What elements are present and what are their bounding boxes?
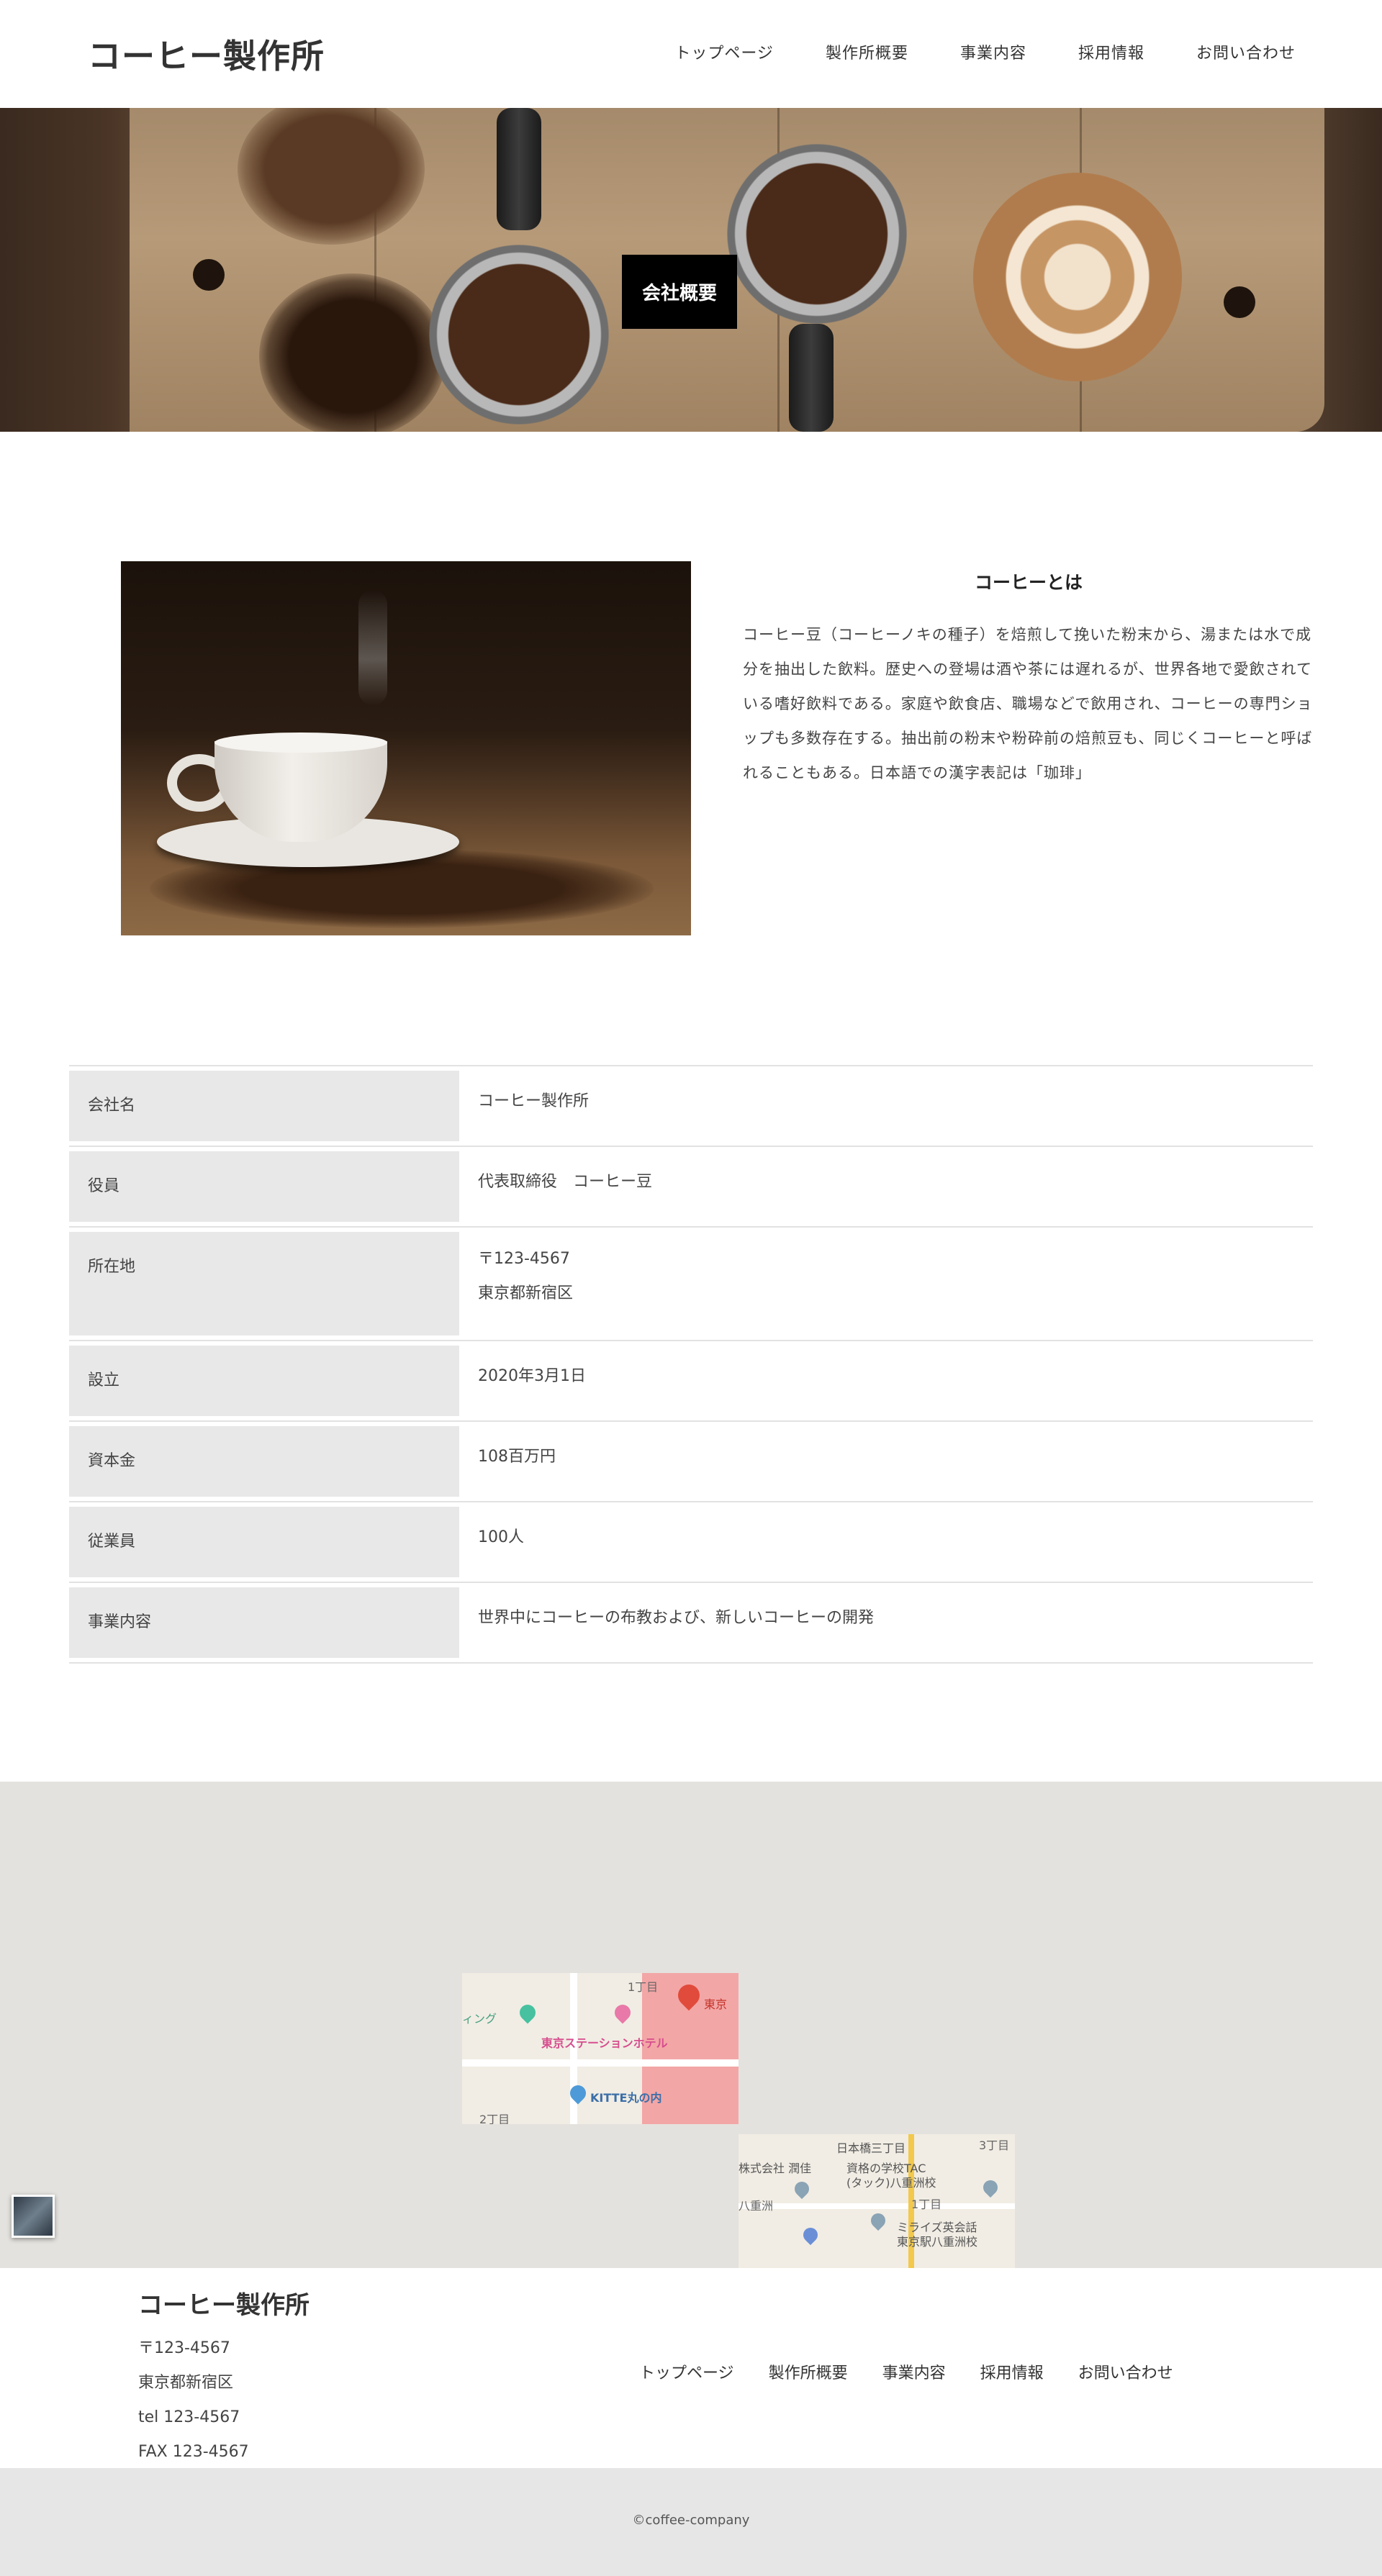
map-satellite-toggle[interactable]: [12, 2195, 55, 2238]
nav-item-recruit[interactable]: 採用情報: [1078, 40, 1144, 63]
latte-art-cup: [973, 173, 1182, 381]
map-label: 3丁目: [979, 2139, 1010, 2152]
row-label-address: 所在地: [69, 1232, 459, 1335]
map-label: KITTE丸の内: [590, 2091, 662, 2105]
coffee-cup-image: [121, 561, 691, 935]
row-label-employees: 従業員: [69, 1507, 459, 1577]
site-footer: コーヒー製作所 〒123-4567 東京都新宿区 tel 123-4567 FA…: [0, 2268, 1382, 2468]
footer-nav: トップページ 製作所概要 事業内容 採用情報 お問い合わせ: [639, 2360, 1173, 2383]
row-label-company-name: 会社名: [69, 1071, 459, 1141]
footer-nav-item-recruit[interactable]: 採用情報: [980, 2360, 1044, 2383]
site-header: コーヒー製作所 トップページ 製作所概要 事業内容 採用情報 お問い合わせ: [0, 0, 1382, 108]
footer-postal-code: 〒123-4567: [138, 2339, 230, 2357]
table-row: 資本金 108百万円: [69, 1422, 1313, 1502]
cup-rim: [214, 733, 387, 753]
map-label: 東京駅八重洲校: [897, 2235, 978, 2249]
row-value-capital: 108百万円: [459, 1422, 1313, 1501]
footer-nav-item-company-overview[interactable]: 製作所概要: [769, 2360, 848, 2383]
map-road: [462, 2059, 739, 2067]
map-poi-icon: [791, 2178, 813, 2200]
nav-item-business[interactable]: 事業内容: [960, 40, 1026, 63]
shopping-icon: [800, 2224, 821, 2246]
map-label: 1丁目: [628, 1980, 659, 1994]
table-row: 会社名 コーヒー製作所: [69, 1066, 1313, 1147]
map-poi-icon: [516, 2001, 539, 2024]
value-text: 2020年3月1日: [478, 1367, 586, 1385]
portafilter-handle: [789, 324, 834, 432]
value-text: 108百万円: [478, 1448, 556, 1466]
map-embed[interactable]: 東京ステーションホテル KITTE丸の内 1丁目 東京 2丁目 ィング 日本橋三…: [0, 1782, 1382, 2268]
map-tile[interactable]: 日本橋三丁目 3丁目 株式会社 潤佳 資格の学校TAC (タック)八重洲校 1丁…: [739, 2134, 1015, 2268]
row-value-company-name: コーヒー製作所: [459, 1066, 1313, 1146]
steam: [358, 590, 387, 705]
coffee-beans-pile: [259, 273, 446, 432]
map-poi-icon: [867, 2210, 889, 2231]
map-label: 日本橋三丁目: [836, 2141, 906, 2155]
row-label-officers: 役員: [69, 1151, 459, 1222]
map-label: 1丁目: [911, 2198, 942, 2211]
footer-nav-item-contact[interactable]: お問い合わせ: [1078, 2360, 1173, 2383]
row-value-officers: 代表取締役 コーヒー豆: [459, 1147, 1313, 1226]
main-nav: トップページ 製作所概要 事業内容 採用情報 お問い合わせ: [674, 40, 1296, 63]
footer-logo[interactable]: コーヒー製作所: [138, 2285, 310, 2321]
map-label: 東京: [704, 1997, 728, 2011]
site-logo[interactable]: コーヒー製作所: [88, 30, 325, 78]
map-label: 八重洲: [739, 2199, 774, 2213]
row-value-business: 世界中にコーヒーの布教および、新しいコーヒーの開発: [459, 1583, 1313, 1662]
copyright-text: ©coffee-company: [632, 2513, 750, 2528]
portafilter-grounds: [429, 245, 609, 425]
portafilter-espresso: [727, 144, 907, 324]
map-label: 株式会社 潤佳: [739, 2162, 812, 2175]
footer-tel: tel 123-4567: [138, 2408, 240, 2426]
nav-item-company-overview[interactable]: 製作所概要: [826, 40, 908, 63]
row-label-established: 設立: [69, 1346, 459, 1416]
table-row: 役員 代表取締役 コーヒー豆: [69, 1147, 1313, 1228]
map-label: ィング: [462, 2012, 497, 2026]
map-road: [739, 2203, 1015, 2209]
table-row: 従業員 100人: [69, 1502, 1313, 1583]
board-hole: [1224, 286, 1255, 318]
value-text: 100人: [478, 1528, 524, 1546]
board-hole: [193, 259, 225, 291]
map-label: (タック)八重洲校: [846, 2176, 936, 2190]
value-text: 東京都新宿区: [478, 1284, 574, 1302]
table-row: 事業内容 世界中にコーヒーの布教および、新しいコーヒーの開発: [69, 1583, 1313, 1664]
company-info-table: 会社名 コーヒー製作所 役員 代表取締役 コーヒー豆 所在地 〒123-4567…: [69, 1065, 1313, 1664]
row-value-established: 2020年3月1日: [459, 1341, 1313, 1420]
row-label-capital: 資本金: [69, 1426, 459, 1497]
map-label: 2丁目: [479, 2113, 510, 2124]
footer-nav-item-top[interactable]: トップページ: [639, 2360, 734, 2383]
map-label: 東京ステーションホテル: [541, 2036, 668, 2050]
map-tile[interactable]: 東京ステーションホテル KITTE丸の内 1丁目 東京 2丁目 ィング: [462, 1973, 739, 2124]
hotel-icon: [611, 2001, 634, 2024]
copyright-bar: ©coffee-company: [0, 2468, 1382, 2576]
value-text: コーヒー製作所: [478, 1092, 590, 1110]
hero-banner: 会社概要: [0, 108, 1382, 432]
footer-fax: FAX 123-4567: [138, 2443, 249, 2461]
page-title: 会社概要: [622, 255, 737, 329]
row-value-employees: 100人: [459, 1502, 1313, 1582]
map-poi-icon: [980, 2177, 1001, 2198]
about-description: コーヒー豆（コーヒーノキの種子）を焙煎して挽いた粉末から、湯または水で成分を抽出…: [743, 626, 1313, 781]
about-heading: コーヒーとは: [974, 572, 1083, 593]
value-text: 世界中にコーヒーの布教および、新しいコーヒーの開発: [478, 1609, 875, 1627]
table-row: 所在地 〒123-4567 東京都新宿区: [69, 1228, 1313, 1341]
footer-nav-item-business[interactable]: 事業内容: [882, 2360, 946, 2383]
value-text: 〒123-4567: [478, 1250, 570, 1268]
nav-item-contact[interactable]: お問い合わせ: [1196, 40, 1296, 63]
row-label-business: 事業内容: [69, 1587, 459, 1658]
value-text: 代表取締役 コーヒー豆: [478, 1173, 653, 1191]
footer-address: 〒123-4567 東京都新宿区 tel 123-4567 FAX 123-45…: [138, 2331, 249, 2470]
footer-city: 東京都新宿区: [138, 2374, 234, 2392]
nav-item-top[interactable]: トップページ: [674, 40, 774, 63]
table-row: 設立 2020年3月1日: [69, 1341, 1313, 1422]
portafilter-handle: [497, 108, 541, 230]
row-value-address: 〒123-4567 東京都新宿区: [459, 1228, 1313, 1340]
